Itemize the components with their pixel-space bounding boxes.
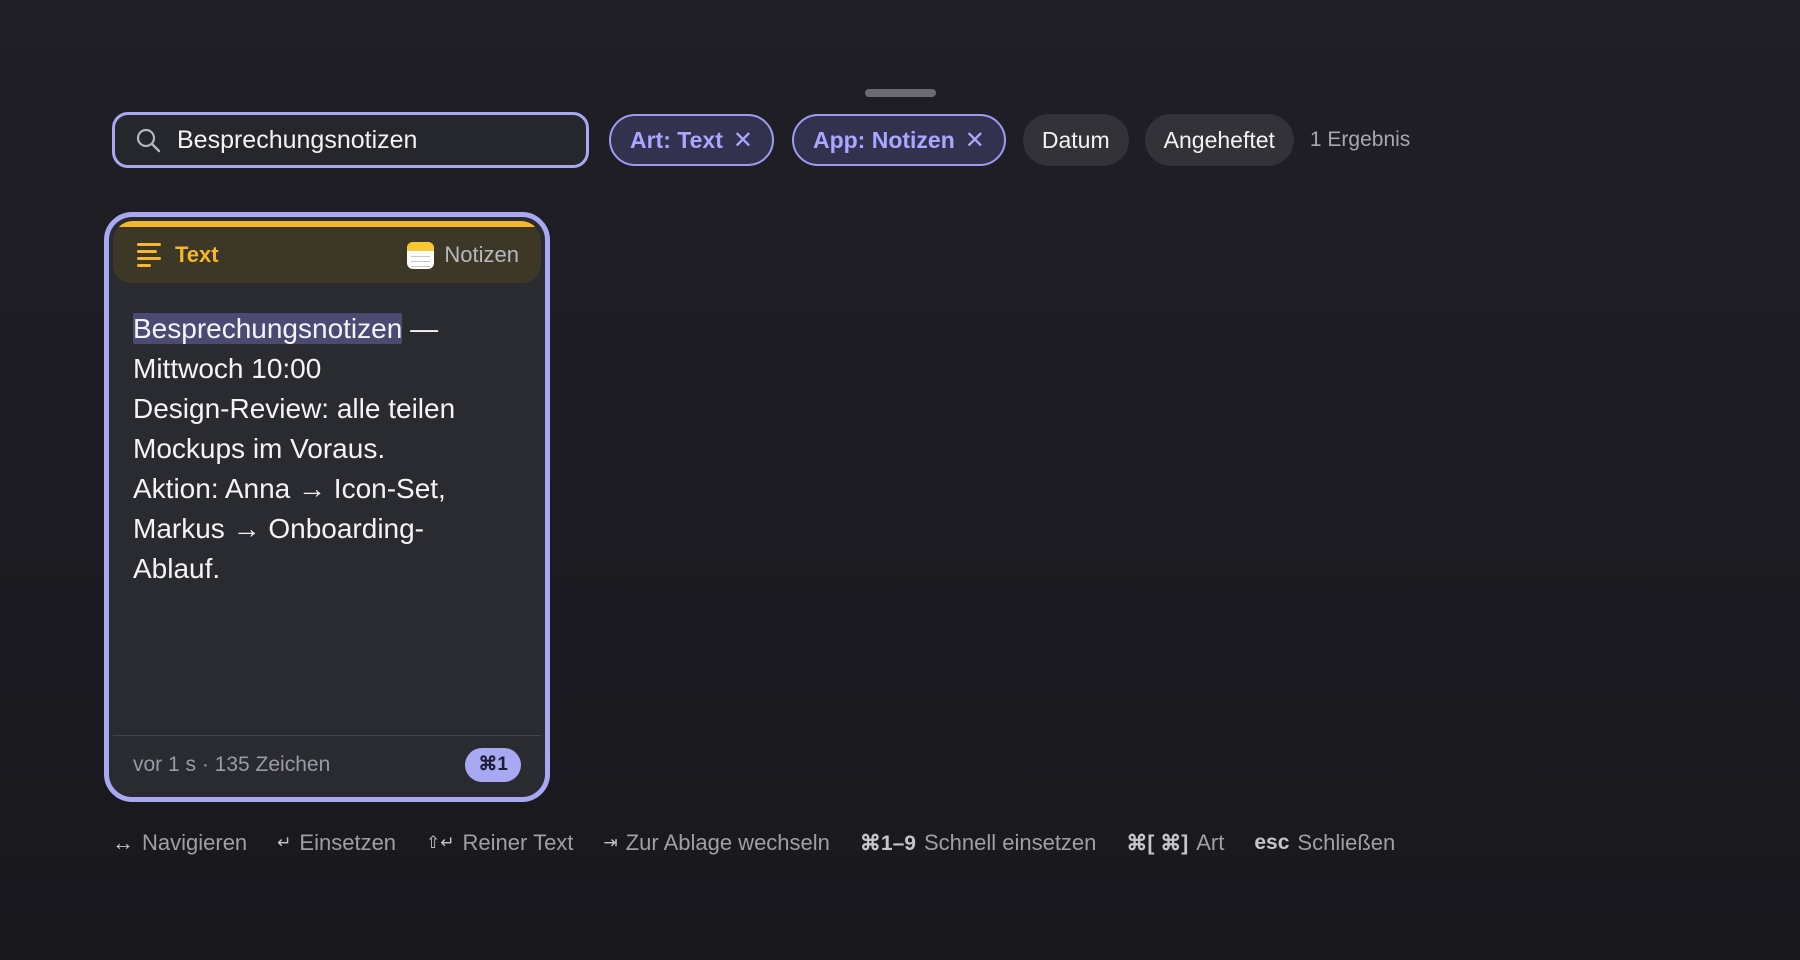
content-line: Besprechungsnotizen — [133, 309, 521, 349]
filter-chip-label: Art: Text [630, 126, 723, 153]
filter-bar: Art: Text ✕ App: Notizen ✕ Datum Angehef… [112, 110, 1410, 170]
command-bracket-keys: ⌘[ ⌘] [1126, 831, 1189, 855]
notes-app-icon [407, 241, 435, 269]
remove-filter-icon[interactable]: ✕ [965, 126, 985, 155]
content-text: — [402, 313, 439, 344]
filter-chip-pinned[interactable]: Angeheftet [1144, 114, 1294, 166]
filter-chip-type-text[interactable]: Art: Text ✕ [609, 114, 774, 166]
content-line: Mittwoch 10:00 [133, 353, 322, 384]
filter-chip-date[interactable]: Datum [1022, 114, 1129, 166]
arrows-icon: ↔ [112, 830, 134, 855]
card-type-label: Text [175, 242, 219, 267]
command-number-key: ⌘1–9 [859, 831, 916, 855]
clip-card[interactable]: Text Notizen Besprechungsnotizen — Mittw… [104, 212, 550, 802]
content-line: Ablauf. [133, 553, 221, 584]
search-icon [135, 127, 161, 153]
content-line: Markus → Onboarding- [133, 513, 425, 544]
hint-label: Art [1196, 830, 1225, 855]
hint-paste: ↵ Einsetzen [277, 830, 396, 856]
filter-chip-app-notes[interactable]: App: Notizen ✕ [791, 114, 1006, 166]
content-line: Design-Review: alle teilen [133, 393, 456, 424]
hint-type: ⌘[ ⌘] Art [1126, 830, 1224, 856]
filter-chip-label: Datum [1041, 126, 1110, 153]
hint-plain-text: ⇧↵ Reiner Text [426, 830, 573, 856]
hint-label: Reiner Text [462, 830, 574, 855]
hint-label: Navigieren [142, 830, 248, 855]
shift-return-icon: ⇧↵ [426, 833, 455, 852]
result-count: 1 Ergebnis [1309, 128, 1411, 151]
search-highlight: Besprechungsnotizen [133, 313, 403, 344]
search-input[interactable] [175, 124, 559, 156]
hint-label: Einsetzen [299, 830, 397, 855]
keyboard-hints: ↔ Navigieren ↵ Einsetzen ⇧↵ Reiner Text … [112, 830, 1425, 856]
hint-navigate: ↔ Navigieren [112, 830, 247, 856]
card-type: Text [137, 241, 219, 269]
hint-quick-paste: ⌘1–9 Schnell einsetzen [860, 830, 1097, 856]
filter-chip-label: Angeheftet [1163, 126, 1275, 153]
remove-filter-icon[interactable]: ✕ [733, 126, 753, 155]
card-header: Text Notizen [113, 227, 541, 283]
search-field[interactable] [112, 112, 589, 168]
card-meta: vor 1 s · 135 Zeichen [133, 752, 331, 776]
card-content: Besprechungsnotizen — Mittwoch 10:00 Des… [113, 283, 541, 589]
content-line: Aktion: Anna → Icon-Set, [133, 473, 446, 504]
shortcut-badge: ⌘1 [465, 747, 521, 782]
text-lines-icon [137, 241, 161, 269]
hint-close: esc Schließen [1254, 830, 1395, 856]
hint-switch-clipboard: ⇥ Zur Ablage wechseln [603, 830, 829, 856]
return-icon: ↵ [277, 833, 292, 852]
card-app-label: Notizen [444, 242, 519, 267]
content-line: Mockups im Voraus. [133, 433, 386, 464]
drag-handle[interactable] [865, 89, 936, 97]
tab-icon: ⇥ [603, 833, 618, 852]
card-app: Notizen [407, 241, 519, 269]
hint-label: Zur Ablage wechseln [625, 830, 830, 855]
filter-chip-label: App: Notizen [812, 126, 955, 153]
card-footer: vor 1 s · 135 Zeichen ⌘1 [113, 735, 541, 793]
hint-label: Schnell einsetzen [923, 830, 1097, 855]
esc-key: esc [1254, 831, 1290, 854]
hint-label: Schließen [1297, 830, 1396, 855]
